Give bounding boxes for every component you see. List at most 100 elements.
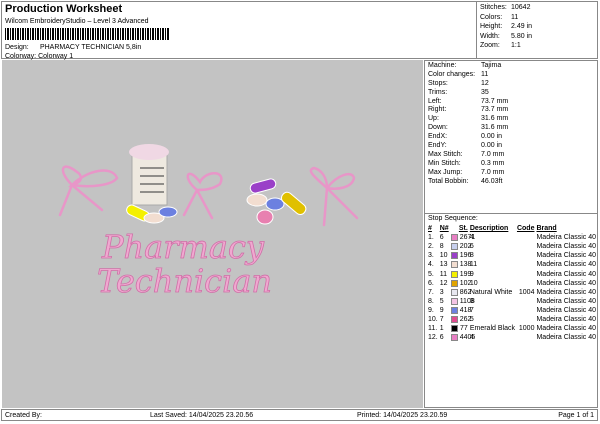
table-row: 1. 6 2671 4 Madeira Classic 40 — [427, 233, 597, 242]
footer: Created By: Last Saved: 14/04/2025 23.20… — [1, 409, 598, 421]
stat-value: 2.49 in — [511, 23, 533, 30]
color-swatch — [450, 288, 458, 296]
table-row: 4. 13 138 11 Madeira Classic 40 — [427, 260, 597, 269]
color-swatch — [450, 270, 458, 278]
row-description: 4 — [469, 334, 474, 342]
color-swatch — [450, 325, 458, 333]
table-row: 11. 1 77 Emerald Black 1000 Madeira Classic 4… — [427, 324, 597, 333]
row-description: 11 — [469, 261, 478, 269]
table-row: 8. 5 1108 3 Madeira Classic 40 — [427, 297, 597, 306]
row-description: 3 — [469, 297, 474, 305]
table-row: 5. 11 199 9 Madeira Classic 40 — [427, 269, 597, 278]
table-row: 3. 10 196 8 Madeira Classic 40 — [427, 251, 597, 260]
colorway-row: Colorway: Colorway 1 — [5, 53, 73, 60]
row-brand: Madeira Classic 40 — [536, 334, 596, 342]
row-index: 7. — [428, 288, 434, 296]
row-brand: Madeira Classic 40 — [536, 261, 596, 269]
stat-row: Stitches: 10642 — [480, 4, 596, 14]
stat-value: 1:1 — [511, 42, 521, 49]
row-code — [516, 306, 536, 315]
design-label: Design: — [5, 44, 29, 51]
row-index: 12. — [428, 334, 438, 342]
stat-label: Width: — [480, 32, 500, 40]
info-value: 73.7 mm — [481, 97, 509, 105]
printed-date: Printed: 14/04/2025 23.20.59 — [357, 412, 448, 419]
row-needle: 7 — [439, 315, 444, 323]
design-row: Design: PHARMACY TECHNICIAN 5,8in — [5, 44, 141, 51]
row-description: 8 — [469, 252, 474, 260]
info-value: 7.0 mm — [481, 168, 505, 176]
row-code — [516, 233, 536, 242]
color-swatch — [450, 297, 458, 305]
info-row: Right: 73.7 mm — [428, 106, 594, 115]
row-description: 9 — [469, 270, 474, 278]
row-needle: 5 — [439, 297, 444, 305]
worksheet-header: Production Worksheet Wilcom EmbroiderySt… — [1, 1, 598, 60]
colorway-label: Colorway: — [5, 53, 37, 60]
row-index: 11. — [428, 325, 438, 333]
row-needle: 10 — [439, 252, 448, 260]
row-index: 5. — [428, 270, 434, 278]
created-by: Created By: — [5, 412, 42, 419]
row-description: 6 — [469, 243, 474, 251]
colorway-name: Colorway 1 — [38, 53, 74, 60]
info-row: EndY: 0.00 in — [428, 142, 594, 151]
design-text-line2: Technician — [97, 262, 272, 300]
table-row: 10. 7 262 5 Madeira Classic 40 — [427, 315, 597, 324]
stat-row: Height: 2.49 in — [480, 23, 596, 33]
info-row: Total Bobbin: 46.03ft — [428, 178, 594, 187]
row-code: 1000 — [518, 325, 535, 333]
row-needle: 12 — [439, 279, 448, 287]
col-needle: N# — [439, 225, 449, 233]
row-brand: Madeira Classic 40 — [536, 243, 596, 251]
row-needle: 9 — [439, 306, 444, 314]
color-swatch — [450, 243, 458, 251]
stat-label: Height: — [480, 23, 503, 30]
row-needle: 13 — [439, 261, 448, 269]
info-row: Trims: 35 — [428, 89, 594, 98]
row-index: 1. — [428, 234, 434, 242]
col-index: # — [428, 225, 432, 233]
info-label: Total Bobbin: — [428, 177, 469, 185]
row-brand: Madeira Classic 40 — [536, 234, 596, 242]
row-code — [516, 315, 536, 324]
info-label: Left: — [428, 97, 442, 105]
row-brand: Madeira Classic 40 — [536, 306, 596, 314]
machine-info: Machine: Tajima Color changes: 11 Stops: 12 Tr… — [425, 61, 597, 187]
row-brand: Madeira Classic 40 — [536, 315, 596, 323]
info-value: 31.6 mm — [481, 124, 509, 132]
col-description: Description — [469, 225, 509, 233]
color-swatch — [450, 334, 458, 342]
info-row: Left: 73.7 mm — [428, 98, 594, 107]
info-label: Min Stitch: — [428, 159, 461, 167]
row-index: 8. — [428, 297, 434, 305]
info-label: EndY: — [428, 142, 447, 150]
stat-row: Zoom: 1:1 — [480, 42, 596, 52]
row-description: Natural White — [469, 288, 513, 296]
color-swatch — [450, 306, 458, 314]
row-index: 9. — [428, 306, 434, 314]
info-label: Up: — [428, 115, 439, 123]
info-label: Color changes: — [428, 70, 476, 78]
table-row: 12. 6 4405 4 Madeira Classic 40 — [427, 333, 597, 342]
row-brand: Madeira Classic 40 — [536, 288, 596, 296]
row-brand: Madeira Classic 40 — [536, 270, 596, 278]
info-value: Tajima — [481, 62, 502, 69]
info-label: Stops: — [428, 79, 448, 87]
row-needle: 11 — [439, 270, 448, 278]
row-code — [516, 251, 536, 260]
info-value: 35 — [481, 88, 489, 96]
page-title: Production Worksheet — [5, 3, 123, 15]
info-value: 12 — [481, 79, 489, 87]
bow-left-icon — [58, 165, 119, 217]
row-brand: Madeira Classic 40 — [536, 325, 596, 333]
row-needle: 6 — [439, 334, 444, 342]
info-value: 7.0 mm — [481, 150, 505, 158]
info-value: 0.00 in — [481, 142, 503, 150]
color-swatch — [450, 261, 458, 269]
stat-value: 11 — [511, 13, 519, 21]
info-row: Min Stitch: 0.3 mm — [428, 160, 594, 169]
info-value: 0.00 in — [481, 133, 503, 141]
info-row: Stops: 12 — [428, 80, 594, 89]
info-row: Up: 31.6 mm — [428, 115, 594, 124]
